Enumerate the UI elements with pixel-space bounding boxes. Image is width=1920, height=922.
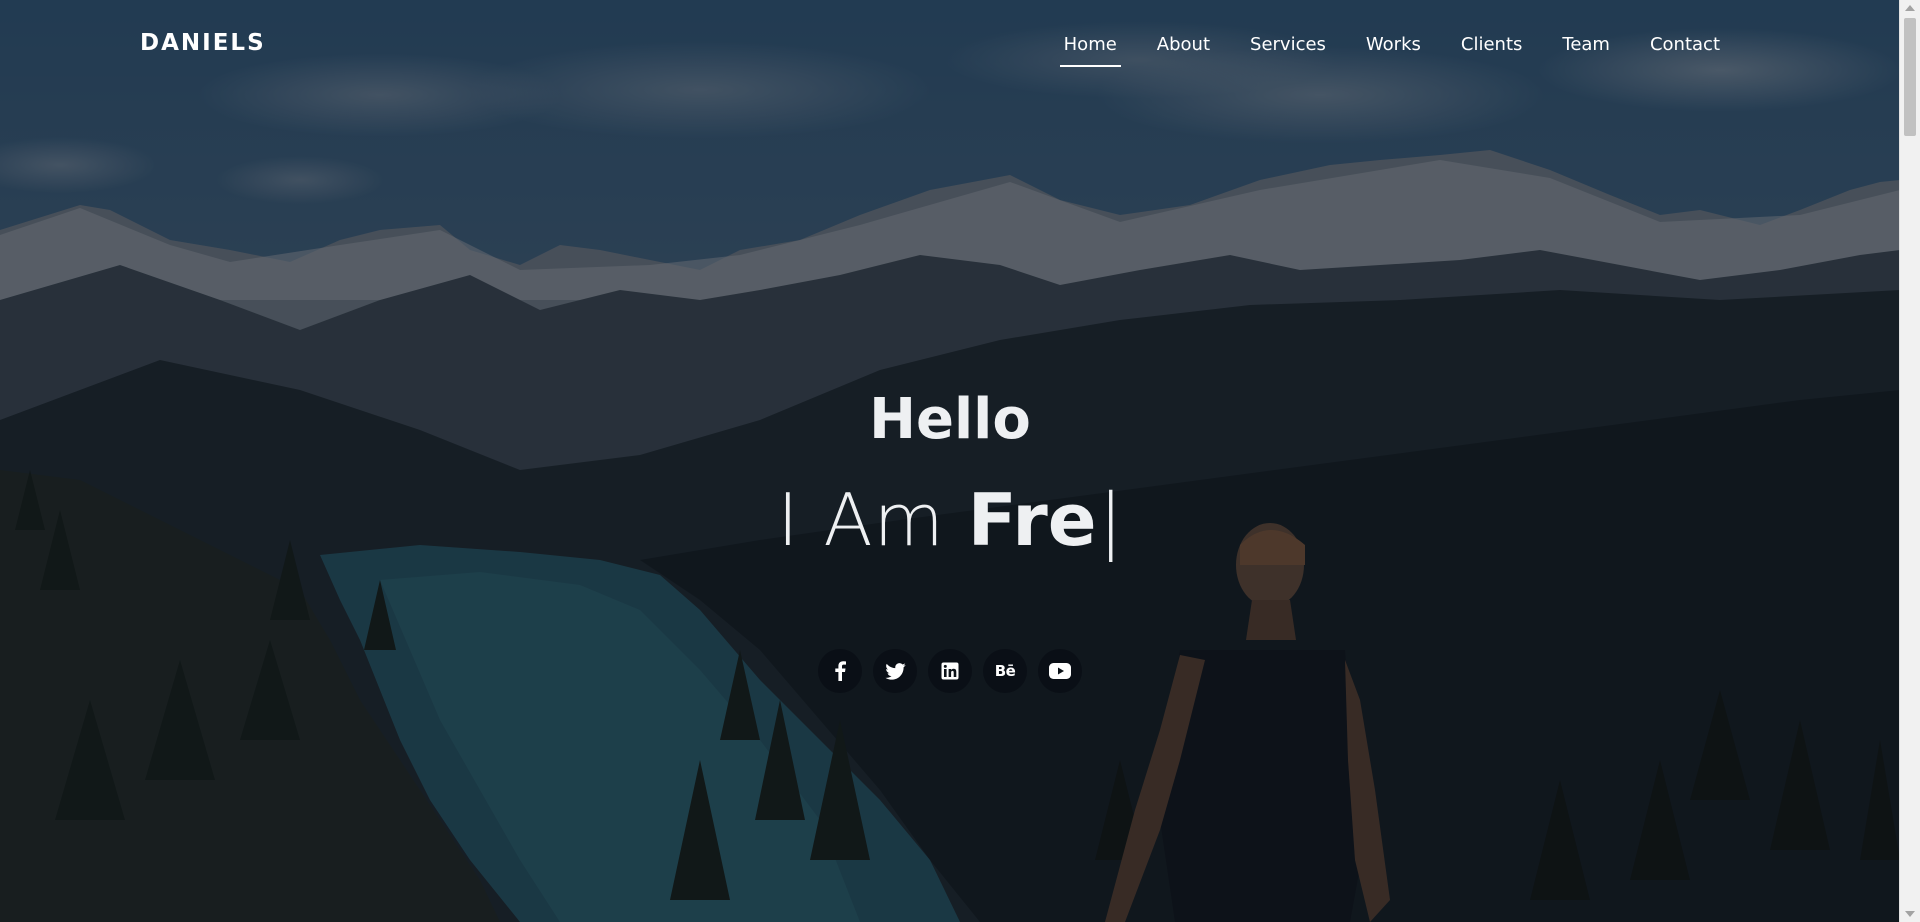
hero-typed-line: I Am Fre| [0,477,1900,563]
typing-cursor: | [1098,478,1123,562]
behance-link[interactable]: Bē [983,649,1027,693]
youtube-icon [1049,663,1071,679]
twitter-icon [884,662,906,680]
linkedin-link[interactable] [928,649,972,693]
page-viewport: DANIELS Home About Services Works Client… [0,0,1900,922]
nav-services[interactable]: Services [1230,33,1346,57]
hero-typed-text: Fre [967,478,1097,562]
youtube-link[interactable] [1038,649,1082,693]
nav-team[interactable]: Team [1542,33,1630,57]
main-nav: Home About Services Works Clients Team C… [1044,33,1740,67]
page-scrollbar[interactable] [1899,0,1920,922]
twitter-link[interactable] [873,649,917,693]
site-logo[interactable]: DANIELS [140,30,266,56]
nav-about[interactable]: About [1137,33,1230,57]
linkedin-icon [941,662,959,680]
behance-icon: Bē [994,662,1016,680]
scroll-thumb[interactable] [1904,18,1916,136]
hero-prefix: I Am [777,478,945,562]
facebook-link[interactable] [818,649,862,693]
hero-greeting: Hello [869,387,1031,452]
nav-clients[interactable]: Clients [1441,33,1543,57]
hero-section: Hello I Am Fre| [0,385,1900,563]
site-header: DANIELS Home About Services Works Client… [0,0,1900,90]
scroll-up-arrow-icon[interactable] [1905,5,1915,11]
nav-contact[interactable]: Contact [1630,33,1740,57]
scroll-down-arrow-icon[interactable] [1905,911,1915,917]
social-links: Bē [0,649,1900,693]
nav-home[interactable]: Home [1044,33,1137,67]
facebook-icon [834,661,846,681]
nav-works[interactable]: Works [1346,33,1441,57]
